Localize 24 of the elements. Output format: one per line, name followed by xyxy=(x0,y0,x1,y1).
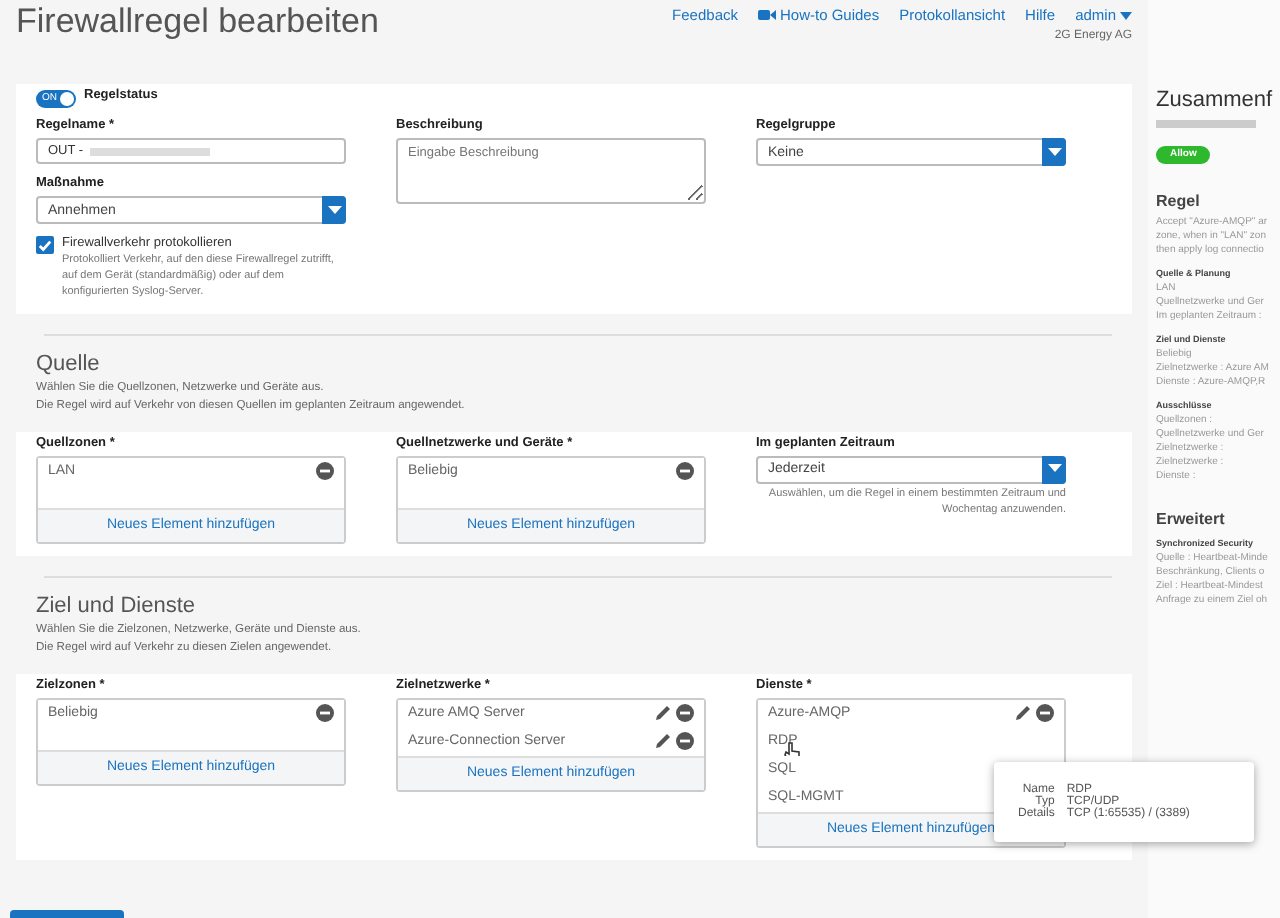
summary-heading: Erweitert xyxy=(1156,510,1227,528)
remove-icon[interactable] xyxy=(316,704,334,723)
summary-heading: Regel xyxy=(1156,192,1202,210)
remove-icon[interactable] xyxy=(1036,704,1054,723)
redacted-text xyxy=(89,147,210,155)
summary-title: Zusammenf xyxy=(1156,88,1275,112)
section-title: Ziel und Dienste xyxy=(36,593,197,618)
remove-icon[interactable] xyxy=(316,462,334,481)
caret-icon xyxy=(1047,464,1061,475)
remove-icon[interactable] xyxy=(676,732,694,751)
page-title: Firewallregel bearbeiten xyxy=(16,0,379,44)
dropdown-button[interactable] xyxy=(1042,455,1066,484)
redacted-text xyxy=(1156,120,1256,128)
pencil-icon[interactable] xyxy=(1014,704,1032,723)
caret-icon xyxy=(1120,11,1132,19)
dropdown-button[interactable] xyxy=(1042,138,1066,166)
checkbox[interactable] xyxy=(36,236,54,254)
remove-icon[interactable] xyxy=(676,704,694,723)
video-camera-icon xyxy=(757,8,776,22)
caret-icon xyxy=(327,205,341,215)
remove-icon[interactable] xyxy=(676,462,694,481)
section-title: Quelle xyxy=(36,351,102,376)
dropdown-button[interactable] xyxy=(322,196,346,224)
caret-icon xyxy=(1047,147,1061,157)
